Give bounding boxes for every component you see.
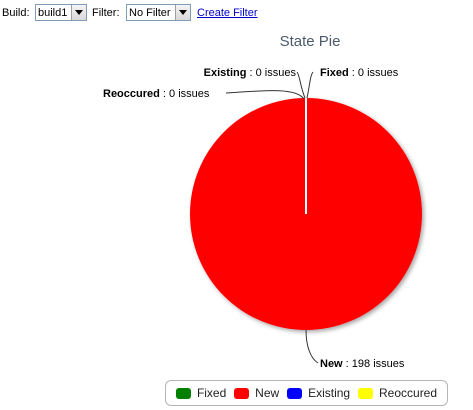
slice-label-fixed: Fixed : 0 issues [320, 67, 399, 79]
legend-label: Reoccured [379, 386, 438, 400]
legend-label: Fixed [196, 386, 227, 400]
legend-item-new[interactable]: New [234, 386, 279, 400]
legend-label: New [255, 386, 280, 400]
pie-chart: Existing : 0 issues Fixed : 0 issues Reo… [103, 67, 422, 370]
slice-label-new: New : 198 issues [320, 358, 405, 370]
pie-slices [190, 98, 422, 330]
legend-swatch [175, 387, 191, 399]
leader-line-fixed [306, 71, 314, 99]
legend-item-reoccured[interactable]: Reoccured [358, 386, 437, 400]
legend-swatch [287, 387, 303, 399]
legend-item-fixed[interactable]: Fixed [175, 386, 227, 400]
legend-label: Existing [308, 386, 351, 400]
legend-swatch [358, 387, 373, 399]
legend-item-existing[interactable]: Existing [287, 386, 350, 400]
leader-line-reoccured [225, 90, 305, 100]
legend-swatch [234, 387, 250, 399]
slice-label-existing: Existing : 0 issues [204, 67, 297, 79]
slice-label-reoccured: Reoccured : 0 issues [103, 88, 210, 100]
leader-line-new [305, 329, 319, 364]
chart-legend: Fixed New Existing Reoccured [165, 380, 448, 406]
